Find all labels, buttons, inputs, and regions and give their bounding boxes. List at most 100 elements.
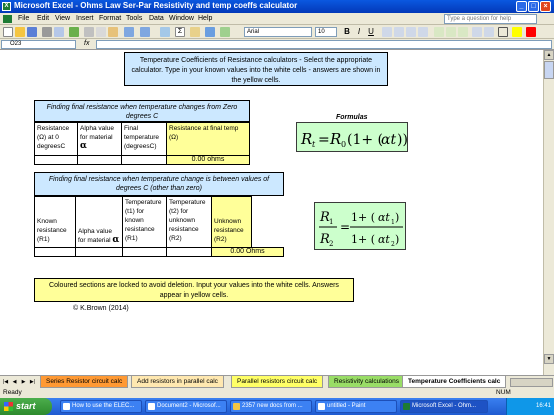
menu-help[interactable]: Help	[198, 15, 212, 22]
print-preview-icon[interactable]	[54, 27, 64, 37]
cut-icon[interactable]	[84, 27, 94, 37]
font-color-icon[interactable]	[526, 27, 536, 37]
vertical-scrollbar[interactable]: ▲ ▼	[543, 50, 554, 375]
menu-file[interactable]: File	[18, 15, 29, 22]
paint-icon	[318, 403, 325, 410]
autosum-icon[interactable]: Σ	[175, 27, 185, 37]
prev-sheet-icon[interactable]: ◀	[11, 378, 18, 387]
increase-indent-icon[interactable]	[484, 27, 494, 37]
worksheet[interactable]: Temperature Coefficients of Resistance c…	[0, 50, 543, 375]
tab-resistivity[interactable]: Resistivity calculations	[328, 376, 406, 388]
excel-icon[interactable]: X	[2, 2, 11, 11]
fx-icon[interactable]: fx	[84, 40, 89, 47]
s2-input-r1[interactable]	[34, 247, 76, 257]
save-icon[interactable]	[27, 27, 37, 37]
s1-input-resistance[interactable]	[34, 155, 78, 165]
redo-icon[interactable]	[140, 27, 150, 37]
intro-box: Temperature Coefficients of Resistance c…	[124, 52, 388, 86]
svg-text:1: 1	[329, 218, 333, 226]
minimize-button[interactable]: _	[516, 1, 527, 12]
tab-parallel-circuit[interactable]: Parallel resistors circuit calc	[231, 376, 324, 388]
bold-icon[interactable]: B	[342, 27, 352, 37]
formula-input[interactable]	[96, 40, 552, 49]
drawing-icon[interactable]	[220, 27, 230, 37]
hyperlink-icon[interactable]	[160, 27, 170, 37]
italic-icon[interactable]: I	[354, 27, 364, 37]
tab-series-resistor[interactable]: Series Resistor circuit calc	[40, 376, 129, 388]
menu-edit[interactable]: Edit	[37, 15, 49, 22]
start-button[interactable]: start	[0, 398, 52, 415]
align-right-icon[interactable]	[406, 27, 416, 37]
chart-wizard-icon[interactable]	[205, 27, 215, 37]
menu-format[interactable]: Format	[99, 15, 121, 22]
undo-icon[interactable]	[124, 27, 134, 37]
s1-input-final-temp[interactable]	[121, 155, 167, 165]
font-size-select[interactable]: 10	[315, 27, 337, 37]
s1-alpha-label: Alpha value for material	[80, 125, 114, 141]
workbook-icon[interactable]	[3, 15, 12, 23]
menu-insert[interactable]: Insert	[76, 15, 94, 22]
status-bar: Ready NUM	[0, 388, 554, 398]
next-sheet-icon[interactable]: ▶	[20, 378, 27, 387]
task-item-4[interactable]: untitled - Paint	[315, 400, 397, 413]
s2-input-t2[interactable]	[166, 247, 212, 257]
svg-text:2: 2	[329, 240, 333, 248]
scroll-down-icon[interactable]: ▼	[544, 354, 554, 364]
task-item-2[interactable]: Document2 - Microsof...	[145, 400, 227, 413]
clock: 16:41	[535, 403, 551, 409]
first-sheet-icon[interactable]: |◀	[2, 378, 9, 387]
s2-result: 0.00 Ohms	[211, 247, 284, 257]
menu-view[interactable]: View	[55, 15, 70, 22]
maximize-button[interactable]: □	[528, 1, 539, 12]
open-icon[interactable]	[15, 27, 25, 37]
s2-col-known-resistance: Known resistance (R1)	[34, 196, 76, 248]
scroll-up-icon[interactable]: ▲	[544, 50, 554, 60]
scroll-thumb[interactable]	[544, 61, 554, 79]
print-icon[interactable]	[42, 27, 52, 37]
sort-icon[interactable]	[190, 27, 200, 37]
tab-temperature-coefficients[interactable]: Temperature Coefficients calc	[402, 376, 507, 388]
horizontal-scrollbar[interactable]	[510, 378, 553, 387]
task-label: Microsoft Excel - Ohm...	[412, 403, 477, 409]
underline-icon[interactable]: U	[366, 27, 376, 37]
menu-data[interactable]: Data	[149, 15, 164, 22]
title-bar: X Microsoft Excel - Ohms Law Ser-Par Res…	[0, 0, 554, 13]
section-between-temps: Finding final resistance when temperatur…	[34, 172, 284, 260]
excel-icon	[403, 403, 410, 410]
currency-icon[interactable]	[434, 27, 444, 37]
formula-bar: O23 fx	[0, 39, 554, 50]
merge-center-icon[interactable]	[418, 27, 428, 37]
align-left-icon[interactable]	[382, 27, 392, 37]
borders-icon[interactable]	[498, 27, 508, 37]
s1-col-alpha: Alpha value for material α	[77, 122, 122, 156]
s2-input-alpha[interactable]	[75, 247, 123, 257]
spelling-icon[interactable]	[69, 27, 79, 37]
task-item-5[interactable]: Microsoft Excel - Ohm...	[400, 400, 488, 413]
last-sheet-icon[interactable]: ▶|	[29, 378, 36, 387]
help-search-input[interactable]: Type a question for help	[444, 14, 537, 24]
task-item-1[interactable]: How to use the ELEC...	[60, 400, 142, 413]
fill-color-icon[interactable]	[512, 27, 522, 37]
svg-text:0: 0	[341, 140, 346, 149]
font-name-select[interactable]: Arial	[244, 27, 312, 37]
s2-input-t1[interactable]	[122, 247, 167, 257]
svg-text:): )	[395, 233, 399, 246]
comma-icon[interactable]	[458, 27, 468, 37]
toolbar: Σ Arial 10 B I U	[0, 25, 554, 39]
tab-add-parallel[interactable]: Add resistors in parallel calc	[131, 376, 224, 388]
menu-window[interactable]: Window	[169, 15, 194, 22]
align-center-icon[interactable]	[394, 27, 404, 37]
task-item-3[interactable]: 2357 new docs from ...	[230, 400, 312, 413]
svg-text:R: R	[329, 130, 341, 148]
menu-tools[interactable]: Tools	[126, 15, 142, 22]
name-box[interactable]: O23	[1, 40, 76, 49]
paste-icon[interactable]	[108, 27, 118, 37]
new-icon[interactable]	[3, 27, 13, 37]
status-ready: Ready	[3, 389, 22, 396]
copy-icon[interactable]	[96, 27, 106, 37]
close-button[interactable]: ×	[540, 1, 551, 12]
svg-text:): )	[395, 211, 399, 224]
s1-input-alpha[interactable]	[77, 155, 122, 165]
decrease-indent-icon[interactable]	[472, 27, 482, 37]
percent-icon[interactable]	[446, 27, 456, 37]
